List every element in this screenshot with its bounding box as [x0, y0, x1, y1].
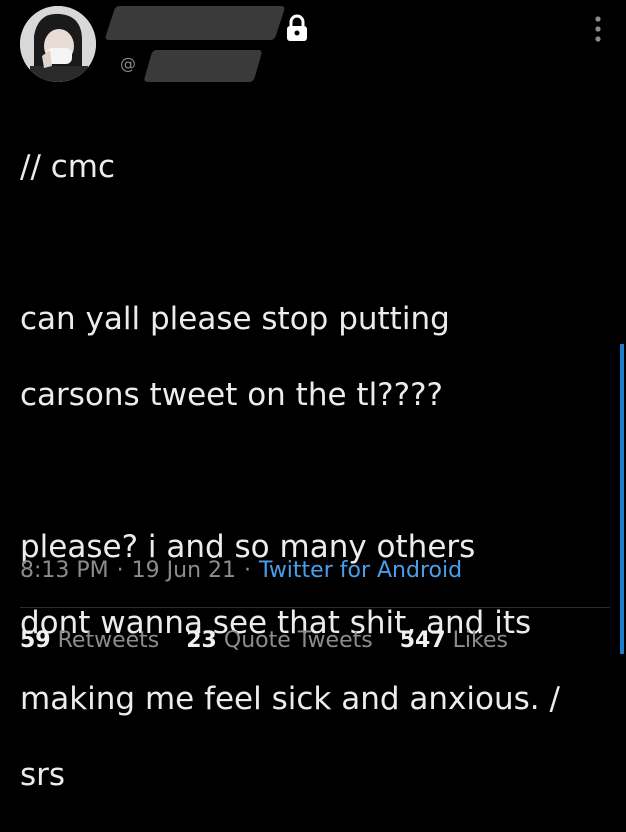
quote-tweets-label: Quote Tweets: [223, 628, 373, 653]
tweet-line: making me feel sick and anxious. /: [20, 681, 560, 717]
likes-label: Likes: [452, 628, 508, 653]
likes-count: 547: [399, 628, 446, 653]
tweet-date: 19 Jun 21: [131, 558, 237, 583]
tweet-source-link[interactable]: Twitter for Android: [259, 558, 462, 583]
handle-redacted: [143, 50, 263, 82]
tweet-line: srs: [20, 757, 66, 793]
avatar[interactable]: [20, 6, 96, 82]
tweet-stats: 59 Retweets 23 Quote Tweets 547 Likes: [20, 628, 528, 653]
retweets-label: Retweets: [57, 628, 160, 653]
divider: [20, 607, 610, 608]
handle-prefix: @: [120, 54, 136, 73]
meta-separator: ·: [116, 558, 124, 583]
likes-stat[interactable]: 547 Likes: [400, 628, 508, 653]
more-vertical-icon[interactable]: [594, 14, 602, 44]
tweet-line: [20, 452, 610, 490]
quote-tweets-stat[interactable]: 23 Quote Tweets: [186, 628, 372, 653]
lock-icon: [287, 14, 307, 41]
retweets-count: 59: [20, 628, 51, 653]
tweet-line: can yall please stop putting: [20, 301, 450, 337]
tweet-time: 8:13 PM: [20, 558, 109, 583]
scrollbar[interactable]: [620, 344, 624, 654]
tweet-line: // cmc: [20, 149, 116, 185]
display-name-redacted: [104, 6, 286, 40]
tweet-meta: 8:13 PM · 19 Jun 21 · Twitter for Android: [20, 558, 462, 583]
profile-photo: [20, 6, 96, 82]
quote-tweets-count: 23: [186, 628, 217, 653]
tweet-line: carsons tweet on the tl????: [20, 377, 443, 413]
tweet-text: // cmc can yall please stop putting cars…: [20, 110, 610, 832]
retweets-stat[interactable]: 59 Retweets: [20, 628, 159, 653]
meta-separator: ·: [244, 558, 252, 583]
tweet-line: [20, 224, 610, 262]
